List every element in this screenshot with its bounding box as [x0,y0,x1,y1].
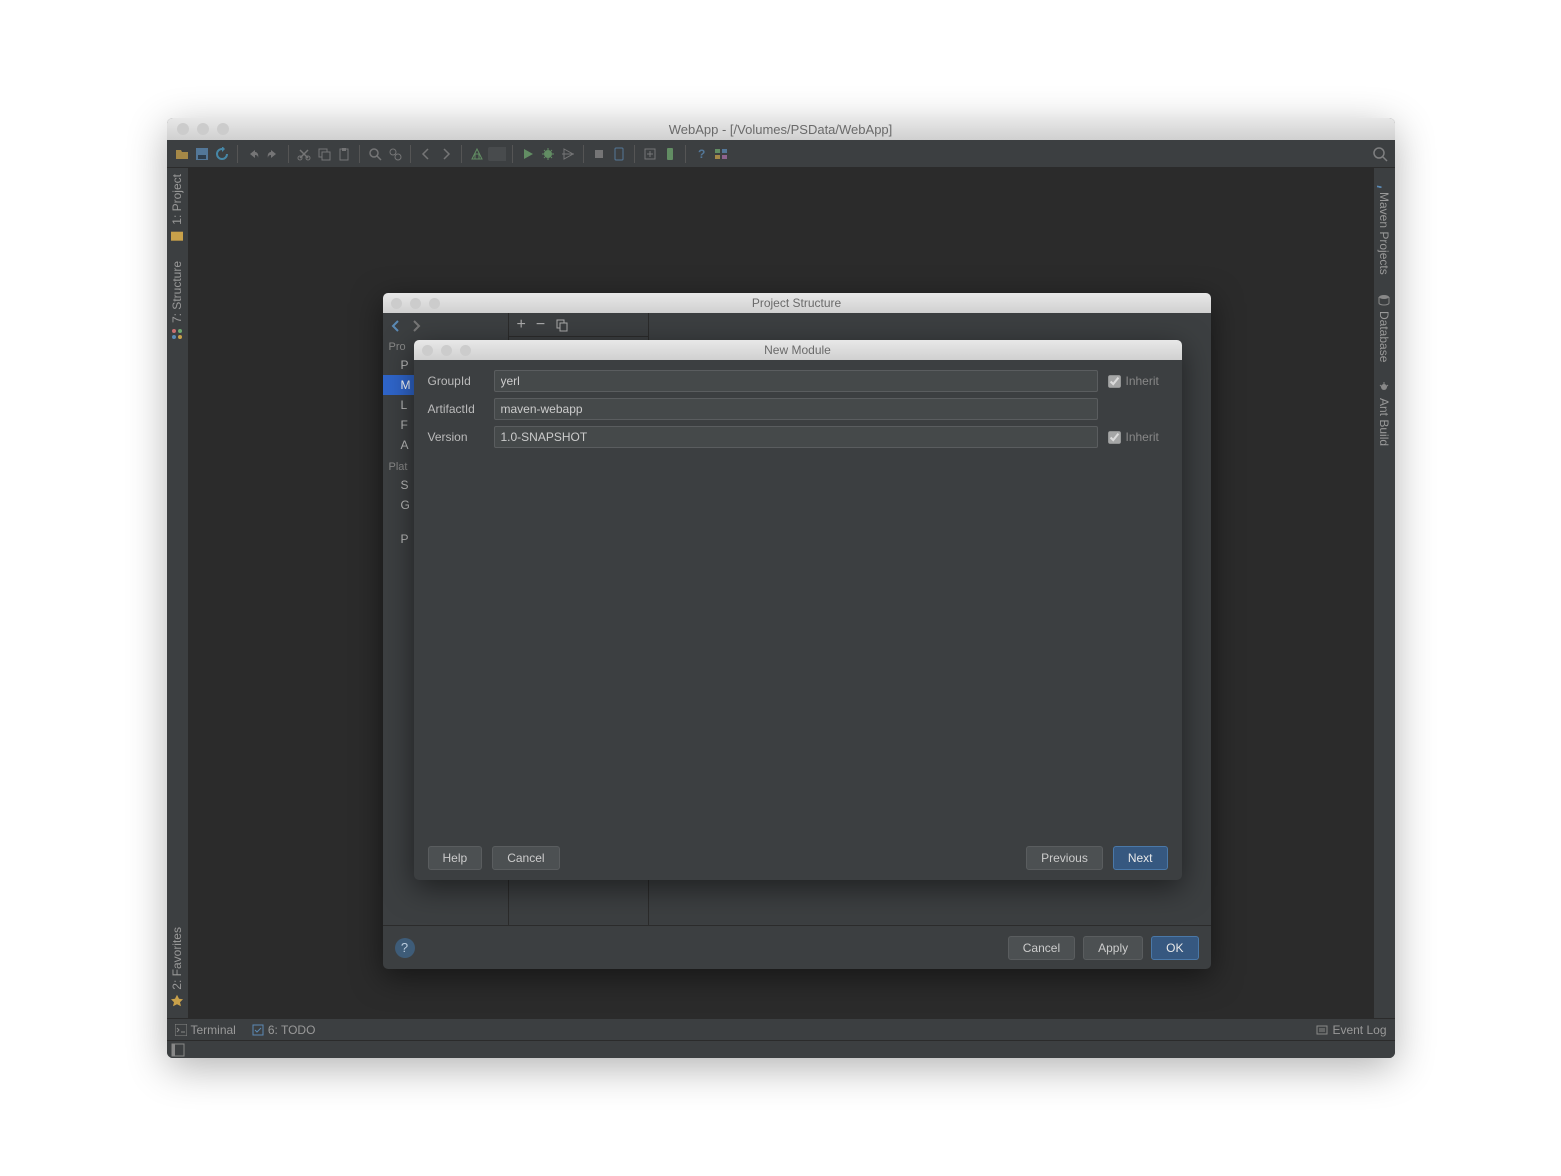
svg-text:m: m [1377,185,1386,188]
todo-toolwindow-tab[interactable]: 6: TODO [252,1023,316,1037]
save-icon[interactable] [193,145,211,163]
project-tab-label: 1: Project [170,174,184,225]
find-icon[interactable] [366,145,384,163]
nm-cancel-button[interactable]: Cancel [492,846,559,870]
nm-next-button[interactable]: Next [1113,846,1168,870]
right-tool-strip: m Maven Projects Database Ant Build [1373,168,1395,1018]
undo-icon[interactable] [244,145,262,163]
run-icon[interactable] [519,145,537,163]
version-label: Version [428,430,484,444]
ps-back-icon[interactable] [389,319,403,333]
ps-add-icon[interactable]: + [517,316,526,334]
search-everywhere-icon[interactable] [1371,145,1389,163]
artifactid-input[interactable] [494,398,1098,420]
debug-icon[interactable] [539,145,557,163]
maven-tab-label: Maven Projects [1377,192,1391,275]
nm-dialog-title: New Module [414,343,1182,357]
svg-text:?: ? [698,147,705,161]
nm-help-button[interactable]: Help [428,846,483,870]
ps-remove-icon[interactable]: − [536,316,545,334]
avd-icon[interactable] [610,145,628,163]
new-module-dialog: New Module GroupId Inherit ArtifactId Ve [414,340,1182,880]
nm-previous-button[interactable]: Previous [1026,846,1103,870]
ps-copy-icon[interactable] [555,318,569,332]
groupid-label: GroupId [428,374,484,388]
nm-form: GroupId Inherit ArtifactId Version Inher… [414,360,1182,836]
editor-area: 1: Project 7: Structure 2: Favorites [167,168,1395,1018]
ide-window: WebApp - [/Volumes/PSData/WebApp] ? [167,118,1395,1058]
groupid-input[interactable] [494,370,1098,392]
main-titlebar: WebApp - [/Volumes/PSData/WebApp] [167,118,1395,140]
bottom-strip [167,1040,1395,1058]
ps-apply-button[interactable]: Apply [1083,936,1143,960]
center-pane: Project Structure Pro P M L F A [189,168,1373,1018]
toolwindows-toggle-icon[interactable] [171,1043,185,1057]
ant-tab-label: Ant Build [1377,398,1391,446]
favorites-toolwindow-tab[interactable]: 2: Favorites [170,927,184,1008]
help-icon[interactable]: ? [692,145,710,163]
project-toolwindow-tab[interactable]: 1: Project [170,174,184,243]
cut-icon[interactable] [295,145,313,163]
database-toolwindow-tab[interactable]: Database [1377,293,1391,362]
main-toolbar: ? [167,140,1395,168]
back-icon[interactable] [417,145,435,163]
structure-toolbar-icon[interactable] [712,145,730,163]
run-config-dropdown[interactable] [488,145,506,163]
ps-dialog-title: Project Structure [383,296,1211,310]
stop-icon[interactable] [590,145,608,163]
sdk-icon[interactable] [661,145,679,163]
paste-icon[interactable] [335,145,353,163]
nm-dialog-footer: Help Cancel Previous Next [414,836,1182,880]
ps-cancel-button[interactable]: Cancel [1008,936,1075,960]
database-tab-label: Database [1377,311,1391,362]
groupid-inherit-checkbox[interactable]: Inherit [1108,374,1168,388]
nm-dialog-titlebar: New Module [414,340,1182,360]
ps-forward-icon[interactable] [409,319,423,333]
update-icon[interactable] [641,145,659,163]
favorites-tab-label: 2: Favorites [170,927,184,990]
ps-dialog-footer: ? Cancel Apply OK [383,925,1211,969]
structure-toolwindow-tab[interactable]: 7: Structure [170,261,184,341]
terminal-toolwindow-tab[interactable]: Terminal [175,1023,236,1037]
artifactid-label: ArtifactId [428,402,484,416]
version-inherit-checkbox[interactable]: Inherit [1108,430,1168,444]
ps-dialog-titlebar: Project Structure [383,293,1211,313]
copy-icon[interactable] [315,145,333,163]
ps-help-icon[interactable]: ? [395,938,415,958]
forward-icon[interactable] [437,145,455,163]
eventlog-toolwindow-tab[interactable]: Event Log [1316,1023,1386,1037]
redo-icon[interactable] [264,145,282,163]
replace-icon[interactable] [386,145,404,163]
build-icon[interactable] [468,145,486,163]
open-icon[interactable] [173,145,191,163]
sync-icon[interactable] [213,145,231,163]
structure-tab-label: 7: Structure [170,261,184,323]
maven-toolwindow-tab[interactable]: m Maven Projects [1377,174,1391,275]
ant-toolwindow-tab[interactable]: Ant Build [1377,380,1391,446]
window-title: WebApp - [/Volumes/PSData/WebApp] [167,122,1395,137]
left-tool-strip: 1: Project 7: Structure 2: Favorites [167,168,189,1018]
ps-ok-button[interactable]: OK [1151,936,1198,960]
version-input[interactable] [494,426,1098,448]
coverage-icon[interactable] [559,145,577,163]
status-bar: Terminal 6: TODO Event Log [167,1018,1395,1040]
